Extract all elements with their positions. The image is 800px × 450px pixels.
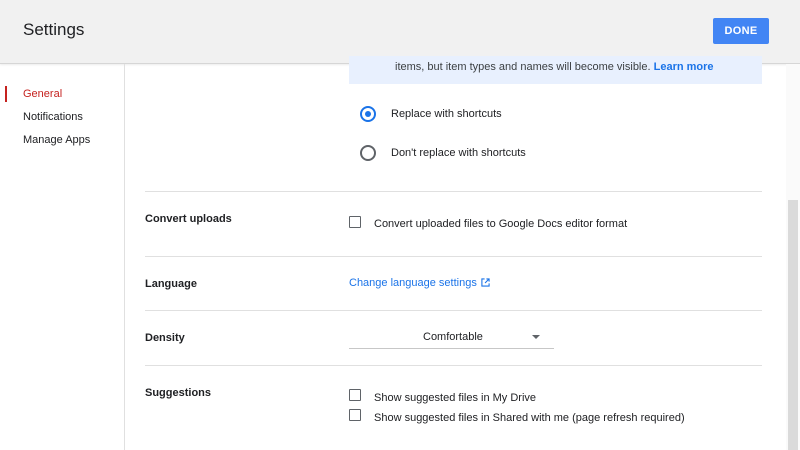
suggest-shared-checkbox[interactable] xyxy=(349,409,361,421)
learn-more-link[interactable]: Learn more xyxy=(654,61,714,73)
shortcuts-info-text: items, but item types and names will bec… xyxy=(395,61,714,73)
section-divider xyxy=(145,310,762,311)
dont-replace-shortcuts-radio[interactable] xyxy=(360,145,376,161)
suggest-shared-label: Show suggested files in Shared with me (… xyxy=(374,412,685,424)
replace-shortcuts-label: Replace with shortcuts xyxy=(391,108,502,120)
convert-uploads-checkbox[interactable] xyxy=(349,216,361,228)
sidebar-item-general[interactable]: General xyxy=(23,88,62,100)
active-nav-indicator xyxy=(5,86,7,102)
change-language-link[interactable]: Change language settings xyxy=(349,277,490,290)
suggest-my-drive-label: Show suggested files in My Drive xyxy=(374,392,537,404)
done-button[interactable]: DONE xyxy=(713,18,769,44)
section-divider xyxy=(145,191,762,192)
sidebar-item-manage-apps[interactable]: Manage Apps xyxy=(23,134,90,146)
section-divider xyxy=(145,256,762,257)
density-title: Density xyxy=(145,332,185,344)
external-link-icon xyxy=(481,278,490,290)
suggestions-title: Suggestions xyxy=(145,387,212,399)
page-title: Settings xyxy=(23,20,85,39)
dont-replace-shortcuts-label: Don't replace with shortcuts xyxy=(391,147,526,159)
convert-uploads-title: Convert uploads xyxy=(145,213,232,225)
info-text-body: items, but item types and names will bec… xyxy=(395,61,651,73)
change-language-label: Change language settings xyxy=(349,277,477,289)
density-select[interactable]: Comfortable xyxy=(349,325,554,349)
section-divider xyxy=(145,365,762,366)
density-value: Comfortable xyxy=(423,331,483,343)
language-title: Language xyxy=(145,278,197,290)
sidebar-item-notifications[interactable]: Notifications xyxy=(23,111,83,123)
chevron-down-icon xyxy=(532,335,540,339)
replace-shortcuts-radio[interactable] xyxy=(360,106,376,122)
suggest-my-drive-checkbox[interactable] xyxy=(349,389,361,401)
scrollbar-thumb[interactable] xyxy=(788,200,798,450)
convert-uploads-label: Convert uploaded files to Google Docs ed… xyxy=(374,218,628,230)
settings-header: Settings DONE xyxy=(0,0,800,64)
